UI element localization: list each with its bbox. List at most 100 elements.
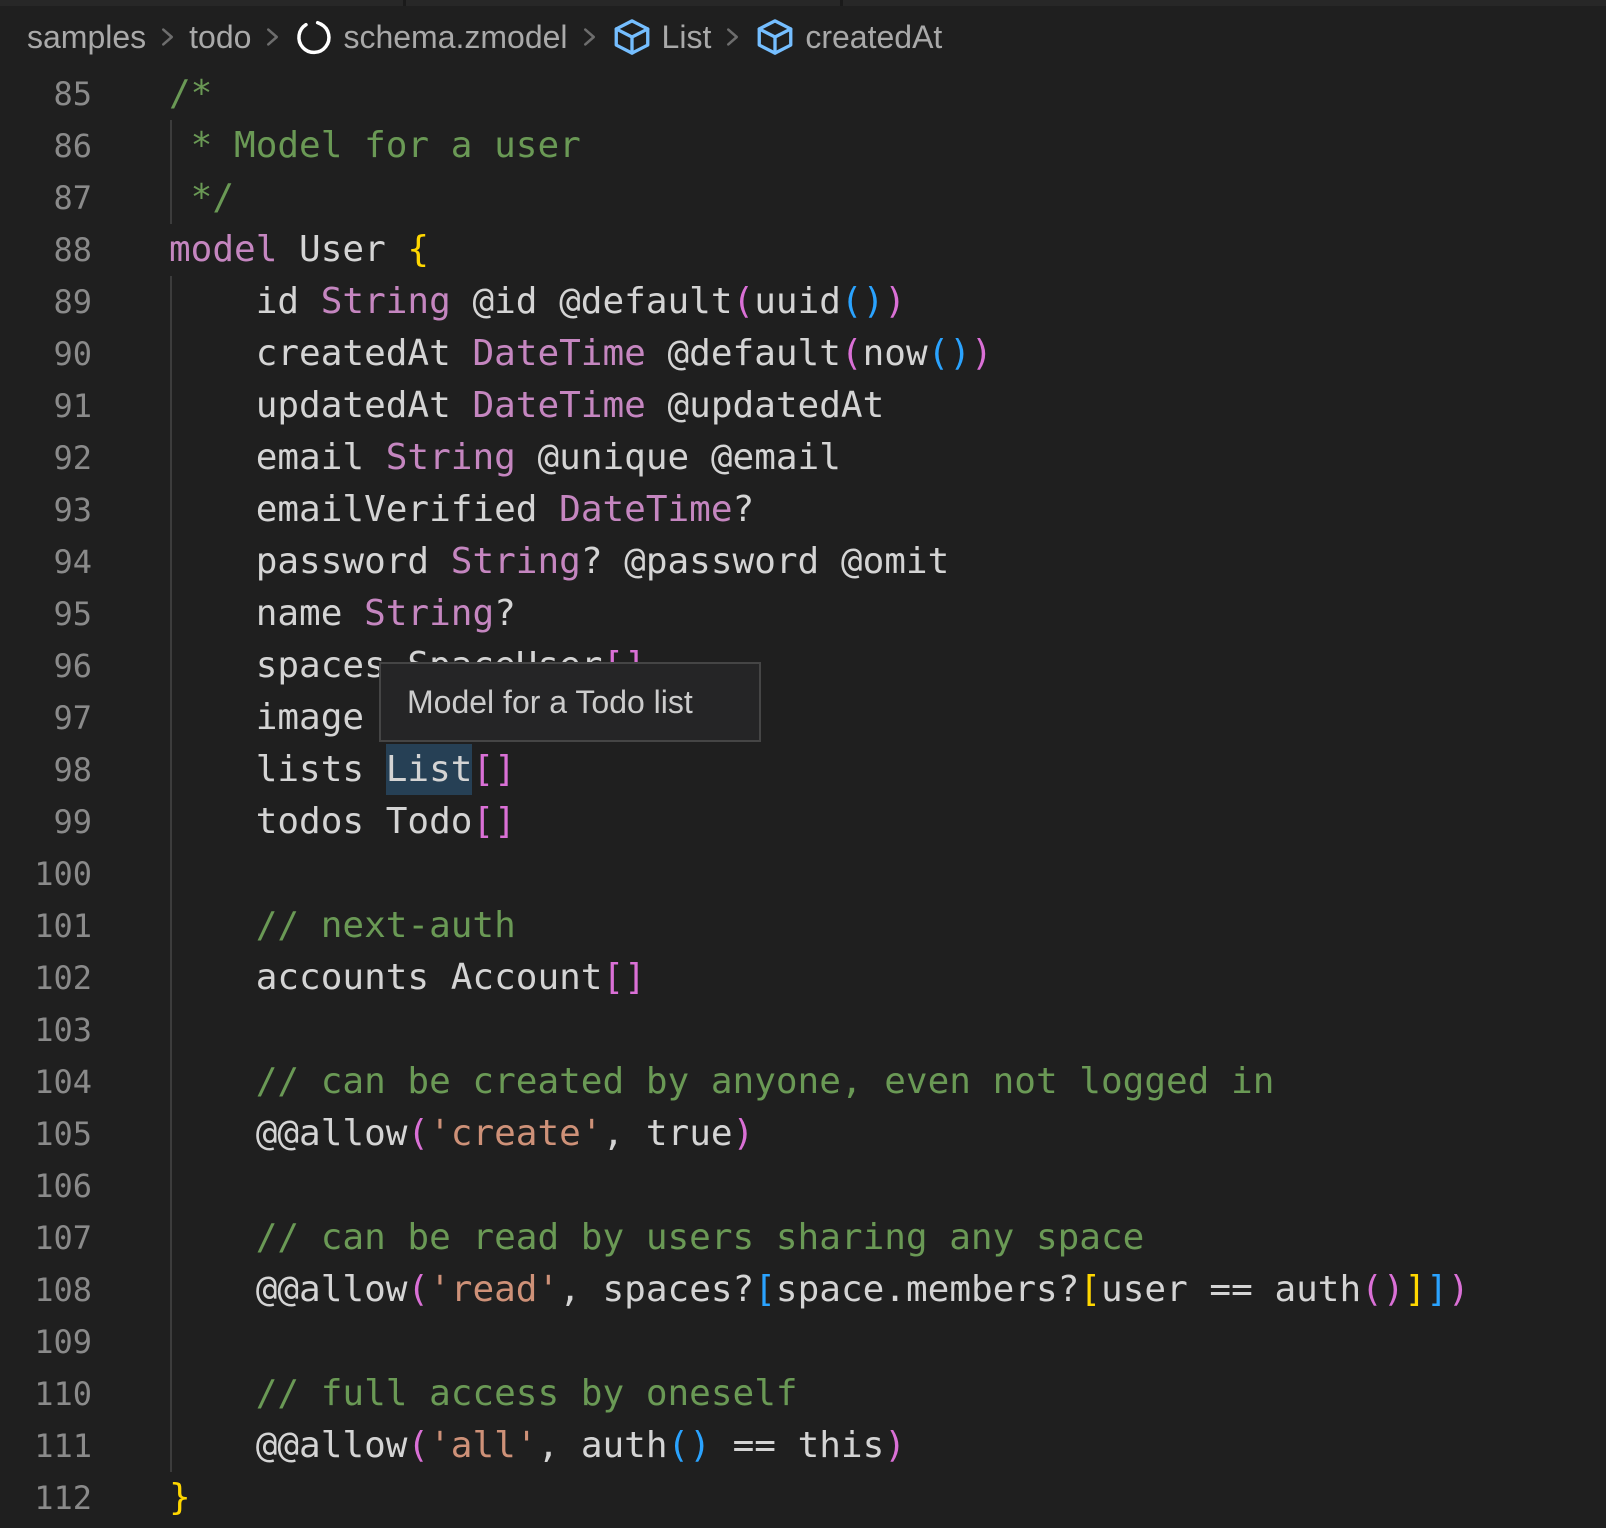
editor-code-area[interactable]: 85/*86 * Model for a user87 */88model Us… — [0, 68, 1606, 1524]
code-token: ? — [494, 593, 516, 634]
code-text: * Model for a user — [92, 120, 581, 172]
code-token: @id @default — [451, 281, 733, 322]
code-token: ) — [1448, 1269, 1470, 1310]
code-line[interactable]: 108 @@allow('read', spaces?[space.member… — [0, 1264, 1606, 1316]
line-number: 108 — [0, 1264, 92, 1316]
code-text: todos Todo[] — [92, 796, 516, 848]
code-text: // can be read by users sharing any spac… — [92, 1212, 1144, 1264]
code-line[interactable]: 87 */ — [0, 172, 1606, 224]
code-token: // can be created by anyone, even not lo… — [169, 1061, 1274, 1102]
code-line[interactable]: 106 — [0, 1160, 1606, 1212]
line-number: 106 — [0, 1160, 92, 1212]
code-token: name — [169, 593, 364, 634]
line-number: 109 — [0, 1316, 92, 1368]
code-token: email — [169, 437, 386, 478]
code-token: DateTime — [472, 333, 645, 374]
code-text: createdAt DateTime @default(now()) — [92, 328, 993, 380]
code-text: password String? @password @omit — [92, 536, 949, 588]
breadcrumb-item-samples[interactable]: samples — [27, 19, 146, 56]
code-line[interactable]: 94 password String? @password @omit — [0, 536, 1606, 588]
code-token: ( — [407, 1269, 429, 1310]
code-token: lists — [169, 749, 386, 790]
code-line[interactable]: 102 accounts Account[] — [0, 952, 1606, 1004]
code-line[interactable]: 104 // can be created by anyone, even no… — [0, 1056, 1606, 1108]
code-token: ( — [1361, 1269, 1383, 1310]
code-token: emailVerified — [169, 489, 559, 530]
code-line[interactable]: 91 updatedAt DateTime @updatedAt — [0, 380, 1606, 432]
code-token: == this — [711, 1425, 884, 1466]
code-text: email String @unique @email — [92, 432, 841, 484]
code-token: ? @password @omit — [581, 541, 949, 582]
line-number: 99 — [0, 796, 92, 848]
code-token: ) — [1383, 1269, 1405, 1310]
code-text: */ — [92, 172, 234, 224]
code-line[interactable]: 96 spaces SpaceUser[] — [0, 640, 1606, 692]
code-line[interactable]: 105 @@allow('create', true) — [0, 1108, 1606, 1160]
code-line[interactable]: 85/* — [0, 68, 1606, 120]
code-text: // next-auth — [92, 900, 516, 952]
line-number: 100 — [0, 848, 92, 900]
code-token: @default — [646, 333, 841, 374]
code-text: model User { — [92, 224, 429, 276]
code-text — [92, 848, 169, 900]
code-token: , spaces? — [559, 1269, 754, 1310]
breadcrumb-label: List — [662, 19, 712, 56]
symbol-cube-icon — [754, 16, 796, 58]
code-line[interactable]: 112} — [0, 1472, 1606, 1524]
line-number: 89 — [0, 276, 92, 328]
code-token: [] — [602, 957, 645, 998]
code-text: accounts Account[] — [92, 952, 646, 1004]
line-number: 104 — [0, 1056, 92, 1108]
code-line[interactable]: 95 name String? — [0, 588, 1606, 640]
code-line[interactable]: 97 image — [0, 692, 1606, 744]
code-token: ( — [841, 333, 863, 374]
code-line[interactable]: 86 * Model for a user — [0, 120, 1606, 172]
code-line[interactable]: 101 // next-auth — [0, 900, 1606, 952]
code-line[interactable]: 107 // can be read by users sharing any … — [0, 1212, 1606, 1264]
code-token: ( — [407, 1113, 429, 1154]
breadcrumb-item-list[interactable]: List — [611, 16, 712, 58]
line-number: 93 — [0, 484, 92, 536]
symbol-cube-icon — [611, 16, 653, 58]
code-line[interactable]: 109 — [0, 1316, 1606, 1368]
code-line[interactable]: 111 @@allow('all', auth() == this) — [0, 1420, 1606, 1472]
code-text: name String? — [92, 588, 516, 640]
tab-separator — [403, 0, 406, 6]
code-text — [92, 1160, 169, 1212]
breadcrumb-item-todo[interactable]: todo — [189, 19, 251, 56]
code-token: [ — [1079, 1269, 1101, 1310]
code-line[interactable]: 110 // full access by oneself — [0, 1368, 1606, 1420]
line-number: 95 — [0, 588, 92, 640]
code-text — [92, 1004, 169, 1056]
line-number: 92 — [0, 432, 92, 484]
chevron-right-icon — [581, 22, 598, 52]
line-number: 103 — [0, 1004, 92, 1056]
breadcrumb-item-schema-zmodel[interactable]: schema.zmodel — [294, 17, 567, 57]
code-token: // next-auth — [169, 905, 516, 946]
code-line[interactable]: 99 todos Todo[] — [0, 796, 1606, 848]
code-line[interactable]: 100 — [0, 848, 1606, 900]
code-line[interactable]: 90 createdAt DateTime @default(now()) — [0, 328, 1606, 380]
breadcrumb-item-createdat[interactable]: createdAt — [754, 16, 942, 58]
code-token: String — [451, 541, 581, 582]
code-line[interactable]: 103 — [0, 1004, 1606, 1056]
code-token: User — [277, 229, 407, 270]
code-token: 'read' — [429, 1269, 559, 1310]
code-line[interactable]: 88model User { — [0, 224, 1606, 276]
code-token: String — [386, 437, 516, 478]
code-token: uuid — [754, 281, 841, 322]
code-token: , true — [603, 1113, 733, 1154]
code-token: () — [928, 333, 971, 374]
line-number: 102 — [0, 952, 92, 1004]
code-line[interactable]: 92 email String @unique @email — [0, 432, 1606, 484]
code-line[interactable]: 93 emailVerified DateTime? — [0, 484, 1606, 536]
code-token: ] — [1405, 1269, 1427, 1310]
code-line[interactable]: 89 id String @id @default(uuid()) — [0, 276, 1606, 328]
code-text: @@allow('create', true) — [92, 1108, 754, 1160]
code-text — [92, 1316, 169, 1368]
code-token: DateTime — [472, 385, 645, 426]
code-line[interactable]: 98 lists List[] — [0, 744, 1606, 796]
code-text: @@allow('read', spaces?[space.members?[u… — [92, 1264, 1470, 1316]
breadcrumb: samples todo schema.zmodel List createdAt — [0, 6, 1606, 68]
code-token: // full access by oneself — [169, 1373, 798, 1414]
